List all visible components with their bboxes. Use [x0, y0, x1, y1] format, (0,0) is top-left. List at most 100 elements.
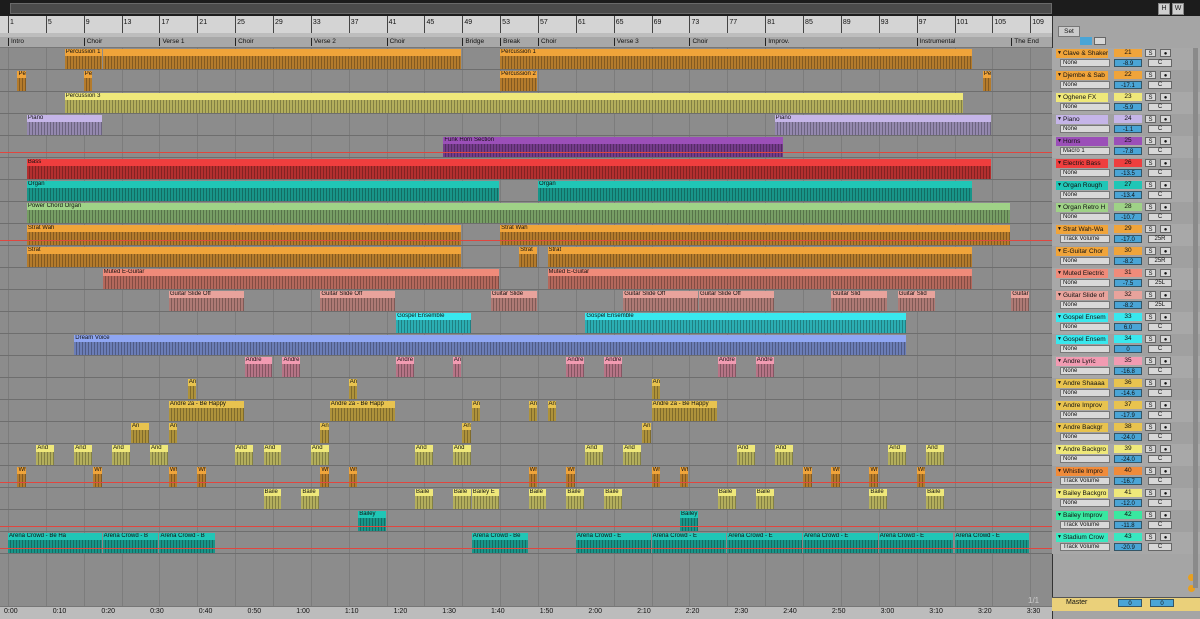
clip[interactable]: Arena Crowd - Be Ha: [8, 533, 102, 553]
mixer-scrollbar[interactable]: [1193, 48, 1198, 588]
pan-field[interactable]: 25R: [1148, 235, 1172, 243]
clip[interactable]: Guitar: [1011, 291, 1030, 311]
routing-select[interactable]: None: [1060, 125, 1110, 133]
clip[interactable]: Baile: [604, 489, 623, 509]
clip[interactable]: Guitar Slide Off: [698, 291, 774, 311]
track-name[interactable]: Piano: [1056, 115, 1108, 124]
clip[interactable]: Guitar Slide Off: [320, 291, 396, 311]
clip[interactable]: Arena Crowd - E: [878, 533, 954, 553]
clip[interactable]: Andre: [566, 357, 585, 377]
clip[interactable]: Baile: [263, 489, 282, 509]
clip[interactable]: Guitar Slid: [831, 291, 888, 311]
volume-field[interactable]: -17.9: [1114, 411, 1142, 419]
locator-marker[interactable]: Break: [500, 38, 520, 46]
clip[interactable]: Strat: [519, 247, 538, 267]
routing-select[interactable]: None: [1060, 433, 1110, 441]
clip[interactable]: An: [348, 379, 358, 399]
clip[interactable]: Baile: [717, 489, 736, 509]
clip[interactable]: An: [528, 401, 538, 421]
locator-marker[interactable]: Instrumental: [916, 38, 955, 46]
routing-select[interactable]: None: [1060, 81, 1110, 89]
track-name[interactable]: Andre Shaaaa: [1056, 379, 1108, 388]
clip[interactable]: And: [926, 445, 945, 465]
clip[interactable]: An: [187, 379, 197, 399]
solo-button[interactable]: S: [1145, 269, 1156, 277]
volume-field[interactable]: -8.9: [1114, 59, 1142, 67]
clip[interactable]: Wh: [528, 467, 538, 487]
clip[interactable]: Baile: [755, 489, 774, 509]
pan-field[interactable]: C: [1148, 169, 1172, 177]
solo-button[interactable]: S: [1145, 247, 1156, 255]
clip[interactable]: An: [642, 423, 651, 443]
solo-button[interactable]: S: [1145, 181, 1156, 189]
arm-button[interactable]: ●: [1160, 247, 1171, 255]
arm-button[interactable]: ●: [1160, 115, 1171, 123]
routing-select[interactable]: Track Volume: [1060, 521, 1110, 529]
locator-marker[interactable]: Verse 3: [613, 38, 639, 46]
solo-button[interactable]: S: [1145, 489, 1156, 497]
track-name[interactable]: Guitar Slide of: [1056, 291, 1108, 300]
volume-field[interactable]: -10.7: [1114, 213, 1142, 221]
volume-field[interactable]: -24.0: [1114, 433, 1142, 441]
arm-button[interactable]: ●: [1160, 159, 1171, 167]
pan-field[interactable]: C: [1148, 191, 1172, 199]
solo-button[interactable]: S: [1145, 115, 1156, 123]
pan-field[interactable]: C: [1148, 543, 1172, 551]
h-button[interactable]: H: [1158, 3, 1170, 15]
clip[interactable]: Muted E-Guitar: [102, 269, 500, 289]
pan-field[interactable]: C: [1148, 455, 1172, 463]
solo-button[interactable]: S: [1145, 291, 1156, 299]
track-name[interactable]: Stadium Crow: [1056, 533, 1108, 542]
arm-button[interactable]: ●: [1160, 203, 1171, 211]
volume-field[interactable]: -7.8: [1114, 147, 1142, 155]
clip[interactable]: Wh: [916, 467, 926, 487]
track-name[interactable]: E-Guitar Chor: [1056, 247, 1108, 256]
solo-button[interactable]: S: [1145, 423, 1156, 431]
routing-select[interactable]: None: [1060, 191, 1110, 199]
solo-button[interactable]: S: [1145, 159, 1156, 167]
routing-select[interactable]: None: [1060, 169, 1110, 177]
arm-button[interactable]: ●: [1160, 335, 1171, 343]
track-name[interactable]: Horns: [1056, 137, 1108, 146]
clip[interactable]: Strat: [547, 247, 973, 267]
clip[interactable]: Bailey: [680, 511, 698, 531]
routing-select[interactable]: Track Volume: [1060, 543, 1110, 551]
locator-marker[interactable]: Choir: [235, 38, 254, 46]
arm-button[interactable]: ●: [1160, 93, 1171, 101]
solo-button[interactable]: S: [1145, 335, 1156, 343]
routing-select[interactable]: None: [1060, 59, 1110, 67]
locator-marker[interactable]: Choir: [83, 38, 102, 46]
clip[interactable]: Guitar Slid: [897, 291, 935, 311]
clip[interactable]: An: [651, 379, 661, 399]
clip[interactable]: And: [774, 445, 793, 465]
volume-field[interactable]: 6.0: [1114, 323, 1142, 331]
track-name[interactable]: Organ Rough: [1056, 181, 1108, 190]
clip[interactable]: Baile: [414, 489, 433, 509]
volume-field[interactable]: -8.2: [1114, 257, 1142, 265]
volume-field[interactable]: -12.0: [1114, 499, 1142, 507]
clip[interactable]: An: [320, 423, 329, 443]
pan-field[interactable]: C: [1148, 389, 1172, 397]
track-name[interactable]: Oghene FX: [1056, 93, 1108, 102]
follow-icon[interactable]: [1080, 37, 1092, 45]
track-name[interactable]: Strat Wah-Wa: [1056, 225, 1108, 234]
master-volume[interactable]: 0: [1118, 599, 1142, 607]
arm-button[interactable]: ●: [1160, 489, 1171, 497]
locator-marker[interactable]: Choir: [538, 38, 557, 46]
clip[interactable]: Arena Crowd - E: [803, 533, 878, 553]
solo-button[interactable]: S: [1145, 533, 1156, 541]
clip[interactable]: And: [112, 445, 131, 465]
pan-field[interactable]: 25R: [1148, 257, 1172, 265]
clip[interactable]: Wh: [197, 467, 206, 487]
routing-select[interactable]: None: [1060, 213, 1110, 221]
routing-select[interactable]: None: [1060, 367, 1110, 375]
clip[interactable]: Arena Crowd - Be: [471, 533, 528, 553]
routing-select[interactable]: None: [1060, 345, 1110, 353]
clip[interactable]: Per: [83, 71, 93, 91]
clip[interactable]: And: [74, 445, 93, 465]
solo-button[interactable]: S: [1145, 203, 1156, 211]
arm-button[interactable]: ●: [1160, 225, 1171, 233]
pan-field[interactable]: C: [1148, 323, 1172, 331]
locator-marker[interactable]: Choir: [386, 38, 405, 46]
clip[interactable]: An: [547, 401, 556, 421]
